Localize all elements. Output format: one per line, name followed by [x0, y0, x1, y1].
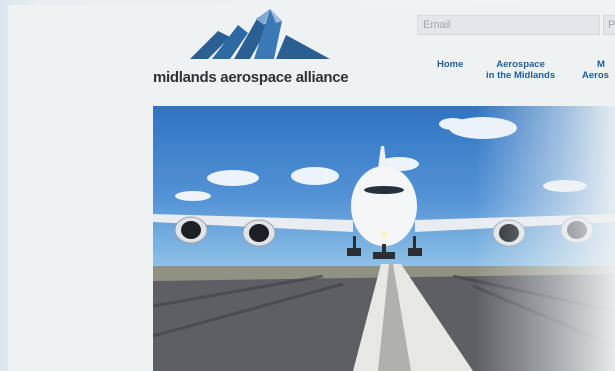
- email-input[interactable]: [417, 15, 600, 35]
- logo[interactable]: midlands aerospace alliance: [150, 7, 370, 89]
- nav-item-truncated[interactable]: M Aeros: [582, 59, 609, 81]
- hero-banner: [153, 106, 615, 371]
- nav-item-label: Aerospace: [496, 59, 545, 70]
- hero-fade-overlay: [475, 106, 615, 371]
- nav-item-sublabel: Aeros: [582, 70, 609, 81]
- brand-wordmark: midlands aerospace alliance: [153, 69, 349, 86]
- nav-item-label: Home: [437, 59, 464, 70]
- nav-item-home[interactable]: Home: [437, 59, 463, 70]
- nav-item-sublabel: in the Midlands: [486, 70, 556, 81]
- nav-item-label: M: [597, 59, 605, 70]
- mountain-peaks-icon: [190, 9, 330, 59]
- password-input[interactable]: P: [603, 15, 615, 35]
- nav-item-aerospace-in-the-midlands[interactable]: Aerospace in the Midlands: [486, 59, 555, 81]
